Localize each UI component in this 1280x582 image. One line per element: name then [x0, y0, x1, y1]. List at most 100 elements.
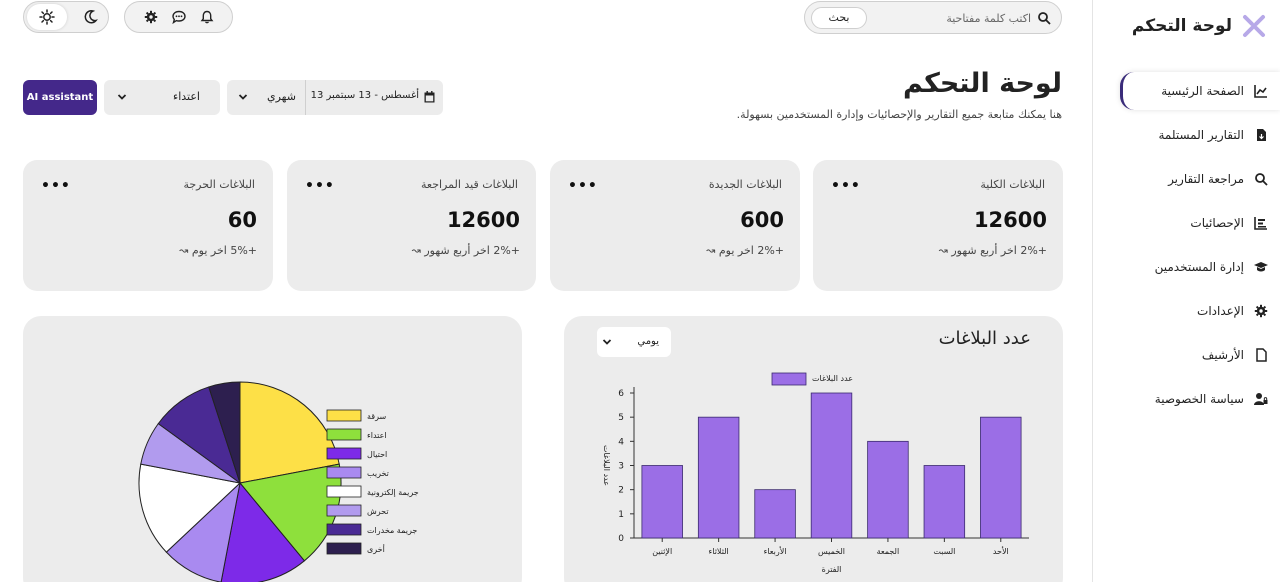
sidebar-item-label: الإعدادات — [1197, 304, 1244, 318]
reports-count-panel: عدد البلاغات يومي 0 1 2 3 4 5 6 الإثنين الثلاثاء… — [564, 316, 1063, 582]
moon-icon[interactable] — [82, 9, 98, 25]
y-axis-label: عدد البلاغات — [602, 445, 611, 486]
y-tick-label: 4 — [618, 437, 624, 447]
stat-title: البلاغات الحرجة — [183, 178, 255, 191]
stat-value: 600 — [740, 208, 784, 232]
more-options-icon[interactable]: ••• — [568, 178, 598, 194]
legend-swatch — [326, 447, 362, 460]
legend-swatch — [326, 485, 362, 498]
sidebar-item-home[interactable]: الصفحة الرئيسية — [1120, 72, 1280, 110]
divider — [305, 80, 306, 115]
y-tick-label: 6 — [618, 389, 624, 399]
legend-label: اعتداء — [367, 431, 387, 440]
file-icon — [1256, 348, 1267, 362]
search-icon[interactable] — [1037, 11, 1051, 25]
sidebar-item-received-reports[interactable]: التقارير المستلمة — [1120, 116, 1280, 154]
y-tick-label: 5 — [618, 413, 624, 423]
sidebar-item-label: الإحصائيات — [1190, 216, 1244, 230]
report-type-select[interactable]: اعتداء — [104, 80, 220, 115]
x-tick-label: السبت — [933, 547, 955, 556]
search-input[interactable] — [891, 8, 1031, 28]
x-axis-label: الفترة — [822, 565, 842, 574]
legend-swatch — [326, 428, 362, 441]
sidebar-item-privacy[interactable]: سياسة الخصوصية — [1120, 380, 1280, 418]
brand-title: لوحة التحكم — [1131, 16, 1232, 36]
x-tick-label: الجمعة — [877, 547, 900, 556]
legend-swatch — [771, 372, 807, 386]
stat-trend: +5% اخر يوم ↝ — [179, 244, 257, 257]
bar — [980, 416, 1022, 539]
sidebar-item-settings[interactable]: الإعدادات — [1120, 292, 1280, 330]
page-title: لوحة التحكم — [902, 68, 1062, 99]
sidebar-item-users[interactable]: إدارة المستخدمين — [1120, 248, 1280, 286]
stat-trend-text: +2% اخر يوم — [718, 244, 784, 257]
brand[interactable]: لوحة التحكم — [1132, 14, 1266, 38]
trend-up-icon: ↝ — [938, 244, 948, 257]
sidebar-item-label: الأرشيف — [1201, 348, 1244, 362]
chat-icon[interactable] — [171, 10, 186, 24]
legend-label: أخرى — [367, 544, 385, 554]
user-lock-icon — [1254, 393, 1268, 405]
stat-card-critical: البلاغات الحرجة ••• 60 +5% اخر يوم ↝ — [23, 160, 273, 291]
legend-label: تخريب — [367, 469, 389, 478]
stat-trend-text: +5% اخر يوم — [191, 244, 257, 257]
legend-swatch — [326, 466, 362, 479]
report-types-panel: سرقة اعتداء احتيال تخريب جريمة إلكترونية تحرش… — [23, 316, 522, 582]
legend-label: عدد البلاغات — [812, 374, 853, 383]
date-range-text[interactable]: 13 أغسطس - 13 سبتمبر — [311, 90, 419, 101]
bar — [810, 392, 853, 539]
stat-trend: +2% اخر يوم ↝ — [706, 244, 784, 257]
stat-card-new: البلاغات الجديدة ••• 600 +2% اخر يوم ↝ — [550, 160, 800, 291]
sidebar-item-label: التقارير المستلمة — [1158, 128, 1244, 142]
bar — [867, 440, 909, 539]
sidebar: لوحة التحكم الصفحة الرئيسية التقارير الم… — [1092, 0, 1280, 582]
theme-light-option[interactable] — [27, 4, 67, 30]
stat-trend-text: +2% اخر أربع شهور — [951, 244, 1047, 257]
more-options-icon[interactable]: ••• — [305, 178, 335, 194]
sidebar-item-label: إدارة المستخدمين — [1154, 260, 1244, 274]
pie-chart: سرقة اعتداء احتيال تخريب جريمة إلكترونية تحرش… — [138, 381, 419, 582]
chevron-down-icon[interactable] — [237, 91, 249, 103]
stat-title: البلاغات الجديدة — [708, 178, 782, 191]
sidebar-item-label: سياسة الخصوصية — [1154, 392, 1244, 406]
legend-swatch — [326, 409, 362, 422]
stat-value: 60 — [227, 208, 257, 232]
legend-label: احتيال — [367, 450, 387, 459]
y-tick-label: 0 — [618, 534, 624, 544]
sidebar-item-review-reports[interactable]: مراجعة التقارير — [1120, 160, 1280, 198]
calendar-icon — [424, 91, 435, 103]
x-tick-label: الأربعاء — [764, 546, 787, 556]
ai-assistant-button[interactable]: AI assistant — [23, 80, 97, 115]
bar — [923, 465, 966, 539]
search-button[interactable]: بحث — [811, 7, 867, 29]
sidebar-item-statistics[interactable]: الإحصائيات — [1120, 204, 1280, 242]
gear-icon[interactable] — [144, 10, 158, 24]
logo-icon — [1243, 15, 1265, 37]
y-tick-label: 2 — [618, 486, 624, 496]
y-tick-label: 1 — [618, 510, 624, 520]
more-options-icon[interactable]: ••• — [41, 178, 71, 194]
trend-up-icon: ↝ — [706, 244, 716, 257]
theme-toggle[interactable] — [23, 1, 109, 33]
page-subtitle: هنا يمكنك متابعة جميع التقارير والإحصائي… — [736, 108, 1062, 121]
stat-value: 12600 — [973, 208, 1047, 232]
period-select-value[interactable]: شهري — [267, 90, 296, 103]
more-options-icon[interactable]: ••• — [831, 178, 861, 194]
legend-swatch — [326, 504, 362, 517]
bar — [754, 489, 796, 539]
date-filter[interactable]: شهري 13 أغسطس - 13 سبتمبر — [227, 80, 443, 115]
bell-icon[interactable] — [200, 10, 214, 24]
stat-trend: +2% اخر أربع شهور ↝ — [412, 244, 520, 257]
select-value: اعتداء — [173, 90, 200, 103]
x-tick-label: الخميس — [818, 547, 845, 556]
trend-up-icon: ↝ — [179, 244, 189, 257]
legend-label: جريمة إلكترونية — [367, 488, 419, 498]
chevron-down-icon — [117, 94, 127, 100]
graduation-cap-icon — [1254, 262, 1268, 272]
header-actions — [124, 1, 233, 33]
sidebar-item-archive[interactable]: الأرشيف — [1120, 336, 1280, 374]
sun-icon — [39, 9, 55, 25]
gear-icon — [1254, 304, 1268, 318]
search-icon — [1255, 173, 1268, 186]
stat-title: البلاغات الكلية — [980, 178, 1045, 191]
